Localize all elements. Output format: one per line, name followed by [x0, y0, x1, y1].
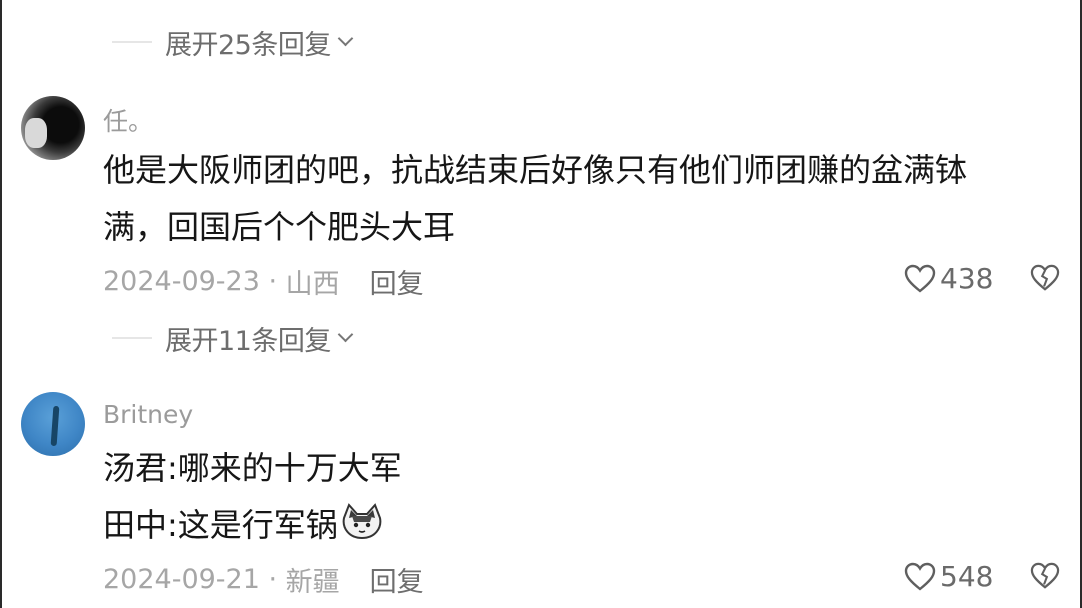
- like-count: 548: [940, 560, 994, 593]
- comment-text: 他是大阪师团的吧，抗战结束后好像只有他们师团赚的盆满钵 满，回国后个个肥头大耳: [103, 142, 1053, 256]
- comment-meta: 2024-09-23 · 山西 回复: [103, 262, 424, 301]
- comment-date: 2024-09-23: [103, 266, 260, 297]
- reply-button[interactable]: 回复: [370, 560, 424, 599]
- chevron-down-icon: [337, 326, 354, 342]
- expand-divider: [112, 337, 152, 339]
- comment-line: 汤君:哪来的十万大军: [103, 449, 402, 487]
- like-button[interactable]: 438: [904, 262, 993, 295]
- expand-replies-button[interactable]: 展开11条回复: [112, 318, 354, 358]
- reply-button[interactable]: 回复: [370, 262, 424, 301]
- meta-separator: ·: [259, 564, 286, 595]
- like-count: 438: [940, 262, 994, 295]
- comment-username[interactable]: Britney: [103, 400, 193, 429]
- window-border-left: [0, 0, 2, 608]
- comment-username[interactable]: 任。: [103, 102, 153, 138]
- comment-text: 汤君:哪来的十万大军 田中:这是行军锅: [103, 440, 1053, 560]
- heart-outline-icon: [904, 562, 936, 591]
- comment-date: 2024-09-21: [103, 564, 260, 595]
- expand-divider: [112, 41, 152, 43]
- comment-meta: 2024-09-21 · 新疆 回复: [103, 560, 424, 599]
- heart-outline-icon: [904, 264, 936, 293]
- broken-heart-icon: [1030, 264, 1060, 291]
- expand-replies-button[interactable]: 展开25条回复: [112, 22, 354, 62]
- dislike-button[interactable]: [1030, 264, 1060, 296]
- chevron-down-icon: [337, 30, 354, 46]
- expand-replies-label: 展开11条回复: [165, 325, 331, 357]
- avatar[interactable]: [21, 96, 85, 160]
- expand-replies-label: 展开25条回复: [165, 29, 331, 61]
- avatar[interactable]: [21, 392, 85, 456]
- broken-heart-icon: [1030, 562, 1060, 589]
- comment-line-text: 田中:这是行军锅: [103, 506, 338, 544]
- meta-separator: ·: [259, 266, 286, 297]
- like-button[interactable]: 548: [904, 560, 993, 593]
- cat-emoji-icon: [340, 502, 384, 560]
- comment-line: 满，回国后个个肥头大耳: [103, 208, 456, 246]
- comment-location: 新疆: [285, 567, 340, 598]
- comment-line: 田中:这是行军锅: [103, 497, 1053, 560]
- dislike-button[interactable]: [1030, 562, 1060, 594]
- comment-line: 他是大阪师团的吧，抗战结束后好像只有他们师团赚的盆满钵: [103, 151, 968, 189]
- comment-location: 山西: [285, 269, 340, 300]
